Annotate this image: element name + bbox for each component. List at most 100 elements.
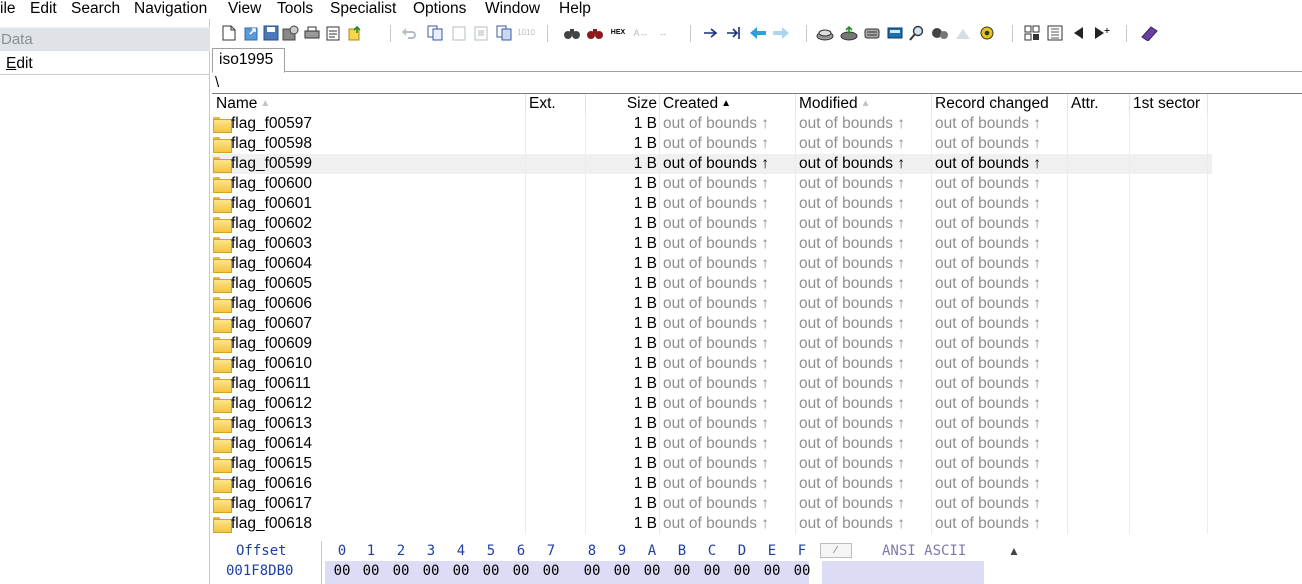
menu-tools[interactable]: Tools [277, 0, 313, 18]
offset-value[interactable]: 001F8DB0 [226, 563, 293, 579]
back-icon[interactable] [749, 24, 767, 42]
paste-write-icon[interactable] [472, 24, 490, 42]
next-icon[interactable] [1093, 24, 1111, 42]
manual-icon[interactable] [1140, 24, 1158, 42]
column-modified[interactable]: Modified ▲ [796, 94, 932, 114]
undo-icon[interactable] [400, 24, 418, 42]
goto-sector-icon[interactable] [725, 24, 743, 42]
disk-clone-icon[interactable] [863, 24, 881, 42]
forward-icon[interactable] [772, 24, 790, 42]
hash-icon[interactable] [954, 24, 972, 42]
created-cell: out of bounds ↑ [660, 174, 796, 194]
hex-byte[interactable]: 00 [787, 563, 817, 579]
hex-byte[interactable]: 00 [727, 563, 757, 579]
find-icon[interactable] [563, 24, 581, 42]
file-row[interactable]: flag_f00606 1 Bout of bounds ↑ out of boun… [212, 294, 1212, 314]
find-hex-icon[interactable]: HEX [609, 24, 627, 42]
record-changed-cell: out of bounds ↑ [932, 454, 1068, 474]
hex-byte[interactable]: 00 [476, 563, 506, 579]
menu-specialist[interactable]: Specialist [330, 0, 396, 18]
file-row[interactable]: flag_f00605 1 Bout of bounds ↑ out of boun… [212, 274, 1212, 294]
file-row[interactable]: flag_f00613 1 Bout of bounds ↑ out of boun… [212, 414, 1212, 434]
previous-icon[interactable] [1069, 24, 1087, 42]
directory-browser-icon[interactable] [1023, 24, 1041, 42]
hex-byte[interactable]: 00 [637, 563, 667, 579]
file-row[interactable]: flag_f00599 1 Bout of bounds ↑ out of boun… [212, 154, 1212, 174]
menu-window[interactable]: Window [485, 0, 540, 18]
column-created[interactable]: Created ▲ [660, 94, 796, 114]
edit-menu-item[interactable]: Edit [6, 55, 33, 73]
file-row[interactable]: flag_f00615 1 Bout of bounds ↑ out of boun… [212, 454, 1212, 474]
file-row[interactable]: flag_f00602 1 Bout of bounds ↑ out of boun… [212, 214, 1212, 234]
file-row[interactable]: flag_f00604 1 Bout of bounds ↑ out of boun… [212, 254, 1212, 274]
file-row[interactable]: flag_f00609 1 Bout of bounds ↑ out of boun… [212, 334, 1212, 354]
save-as-icon[interactable] [282, 24, 300, 42]
menu-options[interactable]: Options [413, 0, 466, 18]
record-changed-cell: out of bounds ↑ [932, 474, 1068, 494]
file-row[interactable]: flag_f00607 1 Bout of bounds ↑ out of boun… [212, 314, 1212, 334]
paste-icon[interactable] [450, 24, 468, 42]
tools-icon[interactable] [931, 24, 949, 42]
exit-icon[interactable] [346, 24, 364, 42]
hex-byte[interactable]: 00 [327, 563, 357, 579]
column-record-changed[interactable]: Record changed [932, 94, 1068, 114]
hex-byte[interactable]: 00 [356, 563, 386, 579]
file-row[interactable]: flag_f00614 1 Bout of bounds ↑ out of boun… [212, 434, 1212, 454]
hex-byte[interactable]: 00 [607, 563, 637, 579]
calculator-icon[interactable] [886, 24, 904, 42]
menu-edit[interactable]: Edit [30, 0, 57, 18]
zoom-icon[interactable] [908, 24, 926, 42]
file-row[interactable]: flag_f00601 1 Bout of bounds ↑ out of boun… [212, 194, 1212, 214]
column-attr[interactable]: Attr. [1068, 94, 1130, 114]
gear-icon[interactable] [978, 24, 996, 42]
hex-byte[interactable]: 00 [697, 563, 727, 579]
file-row[interactable]: flag_f00598 1 Bout of bounds ↑ out of boun… [212, 134, 1212, 154]
data-panel: Data Edit [0, 19, 210, 584]
scroll-up-icon[interactable]: ▲ [1007, 544, 1021, 558]
print-icon[interactable] [303, 24, 321, 42]
menu-navigation[interactable]: Navigation [134, 0, 207, 18]
copy-binary-icon[interactable]: 1010 [517, 24, 535, 42]
column-ext[interactable]: Ext. [526, 94, 586, 114]
menu-search[interactable]: Search [71, 0, 120, 18]
column-name[interactable]: Name ▲ [212, 94, 526, 114]
file-row[interactable]: flag_f00611 1 Bout of bounds ↑ out of boun… [212, 374, 1212, 394]
sector-view-icon[interactable] [1046, 24, 1064, 42]
hex-byte[interactable]: 00 [536, 563, 566, 579]
copy-hex-icon[interactable] [495, 24, 513, 42]
save-icon[interactable] [262, 24, 280, 42]
hex-byte[interactable]: 00 [577, 563, 607, 579]
file-row[interactable]: flag_f00597 1 Bout of bounds ↑ out of boun… [212, 114, 1212, 134]
menu-help[interactable]: Help [559, 0, 591, 18]
hex-byte[interactable]: 00 [667, 563, 697, 579]
file-row[interactable]: flag_f00616 1 Bout of bounds ↑ out of boun… [212, 474, 1212, 494]
charset-toggle-icon[interactable]: ⁄ [820, 543, 852, 558]
goto-offset-icon[interactable] [702, 24, 720, 42]
column-first-sector[interactable]: 1st sector [1130, 94, 1208, 114]
file-row[interactable]: flag_f00603 1 Bout of bounds ↑ out of boun… [212, 234, 1212, 254]
open-disk-icon[interactable] [816, 24, 834, 42]
copy-icon[interactable] [426, 24, 444, 42]
find-text-icon[interactable] [586, 24, 604, 42]
open-file-icon[interactable] [242, 24, 260, 42]
hex-byte[interactable]: 00 [757, 563, 787, 579]
properties-icon[interactable] [324, 24, 342, 42]
file-row[interactable]: flag_f00612 1 Bout of bounds ↑ out of boun… [212, 394, 1212, 414]
tab-iso1995[interactable]: iso1995 [212, 48, 285, 73]
name-cell: flag_f00604 [212, 254, 526, 274]
open-ram-icon[interactable] [840, 24, 858, 42]
hex-byte[interactable]: 00 [416, 563, 446, 579]
file-row[interactable]: flag_f00617 1 Bout of bounds ↑ out of boun… [212, 494, 1212, 514]
replace-hex-icon[interactable]: ↔ [654, 24, 672, 42]
menu-file[interactable]: ile [0, 0, 16, 18]
hex-byte[interactable]: 00 [446, 563, 476, 579]
hex-byte[interactable]: 00 [506, 563, 536, 579]
file-row[interactable]: flag_f00618 1 Bout of bounds ↑ out of boun… [212, 514, 1212, 534]
menu-view[interactable]: View [228, 0, 261, 18]
replace-text-icon[interactable]: A↔ [632, 24, 650, 42]
hex-byte[interactable]: 00 [386, 563, 416, 579]
new-file-icon[interactable] [220, 24, 238, 42]
column-size[interactable]: Size [586, 94, 660, 114]
file-row[interactable]: flag_f00600 1 Bout of bounds ↑ out of boun… [212, 174, 1212, 194]
file-row[interactable]: flag_f00610 1 Bout of bounds ↑ out of boun… [212, 354, 1212, 374]
